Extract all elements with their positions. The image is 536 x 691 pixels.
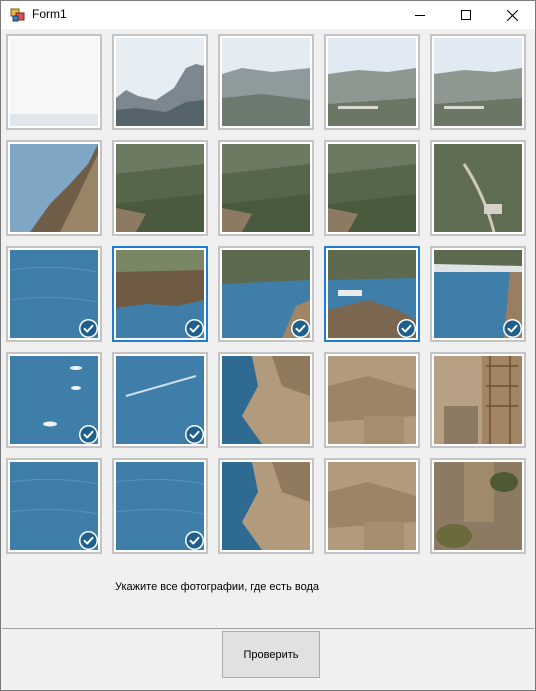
captcha-tile[interactable] [218, 352, 314, 448]
captcha-tile[interactable] [430, 140, 526, 236]
captcha-tile[interactable] [6, 458, 102, 554]
captcha-instruction: Укажите все фотографии, где есть вода [115, 581, 319, 593]
captcha-photo [10, 144, 98, 232]
captcha-tile[interactable] [6, 34, 102, 130]
captcha-tile[interactable] [324, 34, 420, 130]
close-button[interactable] [489, 1, 535, 29]
captcha-photo [328, 38, 416, 126]
captcha-tile[interactable] [112, 246, 208, 342]
captcha-photo [10, 38, 98, 126]
captcha-tile[interactable] [112, 140, 208, 236]
captcha-photo [328, 462, 416, 550]
checkmark-icon [79, 531, 98, 550]
captcha-tile[interactable] [324, 458, 420, 554]
maximize-button[interactable] [443, 1, 489, 29]
window: Form1 Укажите все фотографии, где есть в… [0, 0, 536, 691]
close-icon [506, 9, 518, 21]
captcha-image-grid [6, 34, 531, 559]
captcha-tile[interactable] [430, 352, 526, 448]
captcha-tile[interactable] [218, 458, 314, 554]
checkmark-icon [185, 531, 204, 550]
captcha-photo [434, 356, 522, 444]
maximize-icon [461, 10, 471, 20]
checkmark-icon [185, 425, 204, 444]
captcha-photo [328, 144, 416, 232]
checkmark-icon [79, 425, 98, 444]
captcha-photo [328, 356, 416, 444]
checkmark-icon [79, 319, 98, 338]
title-bar[interactable]: Form1 [1, 1, 535, 29]
captcha-tile[interactable] [218, 246, 314, 342]
captcha-photo [222, 38, 310, 126]
captcha-photo [222, 144, 310, 232]
captcha-tile[interactable] [112, 352, 208, 448]
captcha-photo [116, 144, 204, 232]
footer-divider [2, 628, 534, 629]
captcha-photo [222, 462, 310, 550]
captcha-tile[interactable] [218, 140, 314, 236]
captcha-photo [434, 38, 522, 126]
captcha-photo [116, 38, 204, 126]
captcha-tile[interactable] [112, 34, 208, 130]
captcha-tile[interactable] [430, 246, 526, 342]
captcha-tile[interactable] [6, 246, 102, 342]
captcha-photo [434, 462, 522, 550]
verify-button[interactable]: Проверить [222, 631, 320, 678]
minimize-icon [415, 15, 425, 16]
checkmark-icon [291, 319, 310, 338]
minimize-button[interactable] [397, 1, 443, 29]
captcha-tile[interactable] [218, 34, 314, 130]
captcha-tile[interactable] [430, 34, 526, 130]
captcha-photo [222, 356, 310, 444]
app-icon [10, 7, 26, 23]
checkmark-icon [503, 319, 522, 338]
checkmark-icon [397, 319, 416, 338]
captcha-tile[interactable] [324, 140, 420, 236]
captcha-photo [434, 144, 522, 232]
captcha-tile[interactable] [430, 458, 526, 554]
captcha-tile[interactable] [112, 458, 208, 554]
captcha-tile[interactable] [6, 352, 102, 448]
captcha-tile[interactable] [324, 352, 420, 448]
captcha-tile[interactable] [324, 246, 420, 342]
checkmark-icon [185, 319, 204, 338]
captcha-tile[interactable] [6, 140, 102, 236]
window-title: Form1 [32, 7, 67, 21]
